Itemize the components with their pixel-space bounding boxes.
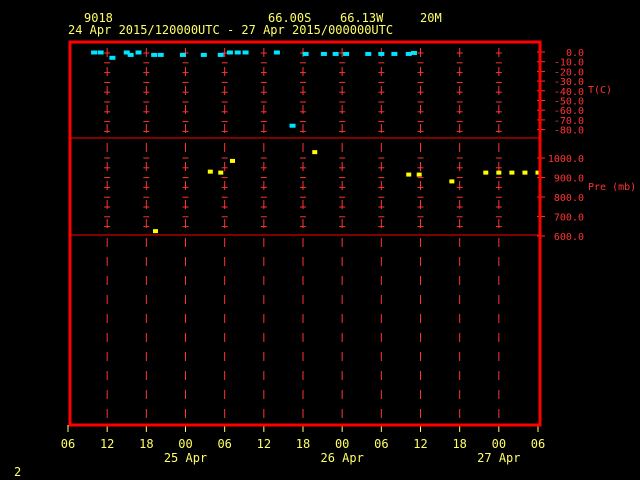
temperature-point: [332, 51, 339, 56]
pressure-y-tick-label: 800.0: [554, 193, 584, 204]
axis-labels-layer: 06 12 18 00 06 12 18 00 06 12 18 00 06 25 Apr 26 Apr 27…: [61, 48, 636, 465]
temperature-point: [410, 50, 417, 55]
pressure-point: [152, 229, 158, 234]
pressure-point: [496, 170, 502, 175]
pressure-point: [312, 150, 318, 155]
x-axis-tick-label: 06: [531, 437, 545, 451]
pressure-point: [207, 169, 213, 174]
temperature-point: [273, 50, 280, 55]
pressure-axis-label: Pre (mb): [588, 182, 636, 193]
temperature-point: [179, 52, 186, 57]
temperature-point: [242, 50, 249, 55]
x-axis-tick-label: 12: [413, 437, 427, 451]
x-axis-tick-label: 12: [257, 437, 271, 451]
temperature-point: [365, 51, 372, 56]
pressure-point: [416, 172, 422, 177]
pressure-point: [406, 172, 412, 177]
temperature-point: [135, 50, 142, 55]
plot-frame: [68, 40, 542, 427]
pressure-point: [522, 170, 528, 175]
x-axis-tick-label: 06: [374, 437, 388, 451]
pressure-y-tick-label: 700.0: [554, 213, 584, 224]
x-axis-tick-label: 18: [296, 437, 310, 451]
pressure-y-tick-label: 900.0: [554, 174, 584, 185]
x-axis-tick-label: 12: [100, 437, 114, 451]
x-axis-day-label: 26 Apr: [320, 451, 363, 465]
temperature-point: [226, 50, 233, 55]
temp-y-tick-label: -80.0: [554, 126, 584, 137]
temp-axis-label: T(C): [588, 85, 612, 96]
x-axis-day-label: 27 Apr: [477, 451, 520, 465]
temperature-point: [217, 52, 224, 57]
temperature-point: [157, 52, 164, 57]
temperature-point: [289, 123, 296, 128]
x-axis-tick-label: 18: [139, 437, 153, 451]
pressure-point: [509, 170, 515, 175]
pressure-point: [218, 170, 224, 175]
pressure-point: [449, 179, 455, 184]
station-elevation: 20M: [420, 11, 442, 25]
temperature-point: [200, 52, 207, 57]
pressure-y-tick-label: 1000.0: [548, 154, 584, 165]
x-axis-tick-label: 06: [61, 437, 75, 451]
pressure-point: [230, 158, 235, 163]
x-axis-day-label: 25 Apr: [164, 451, 207, 465]
temperature-point: [151, 52, 158, 57]
x-axis-tick-label: 00: [492, 437, 506, 451]
temperature-point: [343, 51, 350, 56]
temperature-point: [320, 51, 327, 56]
x-axis-tick-label: 06: [217, 437, 231, 451]
sounding-timeseries-plot: 06 12 18 00 06 12 18 00 06 12 18 00 06 25 Apr 26 Apr 27…: [61, 40, 636, 465]
temperature-point: [91, 50, 98, 55]
temperature-point: [405, 51, 412, 56]
temperature-point: [97, 50, 104, 55]
temperature-point: [378, 51, 385, 56]
data-marks-layer: [91, 50, 541, 234]
x-axis-tick-label: 00: [178, 437, 192, 451]
pressure-point: [483, 170, 489, 175]
pressure-y-tick-label: 600.0: [554, 232, 584, 243]
temperature-point: [391, 51, 398, 56]
temperature-point: [234, 50, 241, 55]
time-range-title: 24 Apr 2015/120000UTC - 27 Apr 2015/0000…: [68, 23, 394, 37]
temperature-point: [127, 52, 134, 57]
temperature-point: [109, 55, 116, 60]
temperature-point: [302, 51, 309, 56]
x-axis-tick-label: 18: [452, 437, 466, 451]
page-number: 2: [14, 465, 22, 479]
x-axis-tick-label: 00: [335, 437, 349, 451]
